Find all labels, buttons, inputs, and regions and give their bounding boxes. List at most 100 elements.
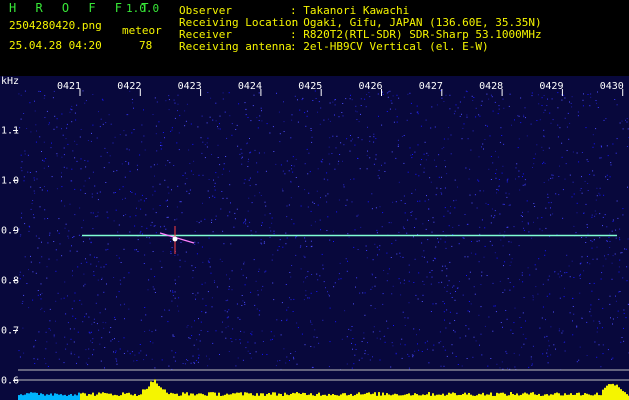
noise-dot [299,246,301,248]
noise-dot [164,137,165,139]
noise-dot [552,119,554,121]
noise-dot [345,258,347,260]
noise-dot [160,148,162,150]
power-bar [276,395,278,400]
power-bar [168,394,170,400]
noise-dot [446,275,448,277]
noise-dot [550,354,552,356]
noise-dot [465,90,467,92]
noise-dot [70,108,72,110]
noise-dot [49,320,51,322]
noise-dot [114,352,116,354]
noise-dot [350,94,351,96]
noise-dot [118,224,120,226]
noise-dot [413,328,415,330]
noise-dot [441,176,442,178]
noise-dot [368,92,370,93]
noise-dot [135,215,137,217]
noise-dot [68,230,70,232]
power-bar [52,395,54,400]
noise-dot [364,98,366,100]
noise-dot [423,167,425,169]
power-bar [344,393,346,400]
noise-dot [485,202,487,204]
noise-dot [502,292,504,293]
noise-dot [149,341,151,343]
power-bar [612,383,614,400]
noise-dot [353,363,355,365]
noise-dot [404,344,406,346]
noise-dot [525,320,526,322]
noise-dot [202,174,204,176]
noise-dot [193,344,195,346]
noise-dot [480,284,482,285]
power-bar [318,392,320,400]
noise-dot [622,214,624,216]
noise-dot [261,289,262,291]
noise-dot [370,288,372,290]
power-bar [536,394,538,400]
noise-dot [143,359,145,361]
noise-dot [185,251,187,253]
noise-dot [165,164,167,166]
noise-dot [509,254,511,256]
noise-dot [64,205,66,207]
noise-dot [603,194,605,196]
noise-dot [600,145,602,147]
noise-dot [55,270,57,272]
noise-dot [84,316,86,318]
noise-dot [317,111,318,113]
noise-dot [294,351,296,352]
noise-dot [255,280,257,282]
noise-dot [442,265,444,267]
noise-dot [270,339,272,341]
noise-dot [168,309,170,311]
noise-dot [46,277,48,279]
noise-dot [186,103,188,105]
power-bar [232,393,234,400]
noise-dot [236,208,238,210]
noise-dot [559,276,561,278]
noise-dot [606,226,608,228]
noise-dot [493,217,495,219]
noise-dot [106,283,107,285]
noise-dot [522,211,523,213]
noise-dot [60,298,62,300]
noise-dot [244,102,246,104]
noise-dot [361,341,363,342]
noise-dot [302,97,304,99]
noise-dot [566,272,568,273]
noise-dot [498,179,500,180]
noise-dot [41,292,43,294]
power-bar [482,392,484,400]
noise-dot [569,276,571,278]
power-bar [358,392,360,400]
noise-dot [201,311,203,313]
noise-dot [404,203,406,204]
noise-dot [555,193,557,195]
noise-dot [432,260,434,262]
noise-dot [596,331,598,333]
power-bar [472,395,474,400]
spectrogram: 0421 0422 0423 0424 0425 0426 0427 0428 0429 0430… [0,76,629,400]
noise-dot [466,358,468,359]
noise-dot [414,151,416,153]
noise-dot [454,320,456,321]
noise-dot [596,246,598,248]
noise-dot [282,246,284,248]
noise-dot [97,215,99,217]
noise-dot [290,180,292,182]
noise-dot [432,349,434,351]
noise-dot [28,230,30,232]
noise-dot [323,178,325,180]
noise-dot [369,359,371,361]
noise-dot [181,212,183,214]
noise-dot [510,241,512,243]
noise-dot [165,228,167,230]
noise-dot [50,329,51,331]
noise-dot [591,214,593,216]
noise-dot [154,292,156,293]
noise-dot [283,348,285,350]
noise-dot [561,275,563,277]
noise-dot [367,354,369,355]
